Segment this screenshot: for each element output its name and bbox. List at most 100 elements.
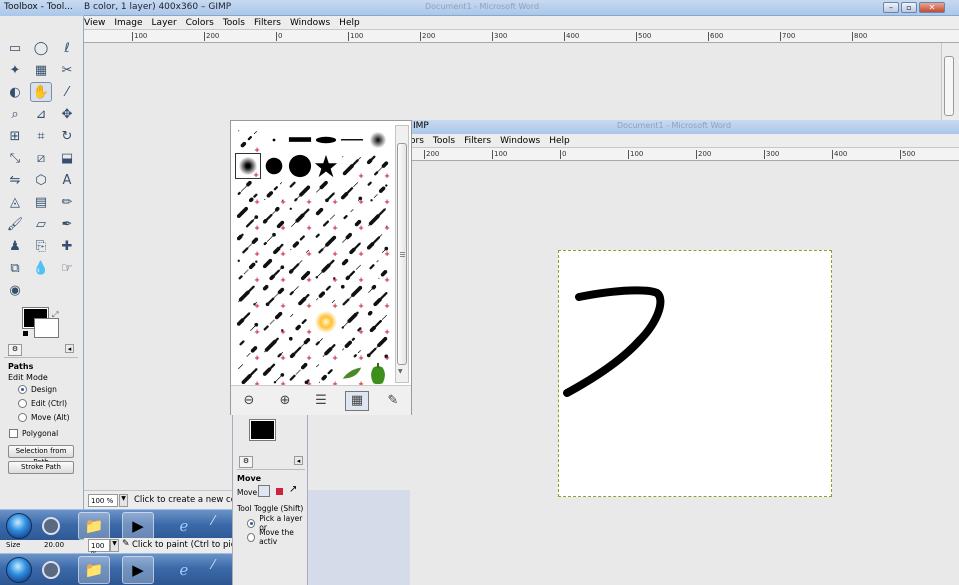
foreground-color-swatch[interactable] xyxy=(249,419,276,441)
brush-preset[interactable] xyxy=(365,127,391,153)
perspective-tool-icon[interactable]: ⬓ xyxy=(56,148,78,168)
bg-menu-view[interactable]: View xyxy=(84,18,105,28)
brush-preset[interactable]: + xyxy=(235,205,261,232)
media-icon[interactable] xyxy=(42,561,60,579)
default-colors-icon[interactable] xyxy=(23,331,28,336)
brush-preset[interactable] xyxy=(313,127,339,153)
win2-menu-tools[interactable]: Tools xyxy=(433,136,455,146)
list-view-icon[interactable]: ☰ xyxy=(309,391,333,411)
brush-preset[interactable]: + xyxy=(261,257,287,284)
brush-preset[interactable]: + xyxy=(235,309,261,336)
scissors-tool-icon[interactable]: ✂ xyxy=(56,60,78,80)
polygonal-checkbox[interactable]: Polygonal xyxy=(9,429,58,438)
move-tool-icon[interactable]: ✥ xyxy=(56,104,78,124)
radio-dot[interactable] xyxy=(247,518,256,528)
bg-menu-image[interactable]: Image xyxy=(114,18,142,28)
foreground-select-tool-icon[interactable]: ◐ xyxy=(4,82,26,102)
radio-dot[interactable] xyxy=(247,532,256,542)
win2-menu-filters[interactable]: Filters xyxy=(464,136,491,146)
brush-preset[interactable]: + xyxy=(339,335,365,362)
move-path-icon[interactable]: ↗ xyxy=(289,484,297,495)
clone-tool-icon[interactable]: ⎘ xyxy=(30,236,52,256)
pencil-tool-icon[interactable]: ✏ xyxy=(56,192,78,212)
cage-tool-icon[interactable]: ⬡ xyxy=(30,170,52,190)
color-picker-tool-icon[interactable]: ⁄ xyxy=(56,82,78,102)
bg-zoom-field[interactable]: 100 % xyxy=(88,494,118,507)
brush-preset[interactable]: + xyxy=(287,283,313,310)
perspective-clone-tool-icon[interactable]: ⧉ xyxy=(4,258,26,278)
maximize-button[interactable]: ▫ xyxy=(901,2,917,13)
brush-preset[interactable]: + xyxy=(365,257,391,284)
bg-scroll-thumb[interactable] xyxy=(944,56,954,116)
brush-preset[interactable] xyxy=(261,127,287,153)
brush-preset[interactable]: + xyxy=(365,153,391,180)
measure-tool-icon[interactable]: ⊿ xyxy=(30,104,52,124)
brush-preset[interactable]: + xyxy=(365,283,391,310)
brush-preset[interactable]: + xyxy=(261,309,287,336)
brush-preset[interactable]: + xyxy=(313,257,339,284)
configure-tab-icon[interactable]: ◂ xyxy=(65,344,74,353)
zoom-out-icon[interactable]: ⊖ xyxy=(237,391,261,411)
brush-preset[interactable]: + xyxy=(313,361,339,388)
bg-menu-colors[interactable]: Colors xyxy=(186,18,214,28)
win2-menu-ors[interactable]: ors xyxy=(410,136,424,146)
brush-preset[interactable]: + xyxy=(235,283,261,310)
bucket-fill-tool-icon[interactable]: ◬ xyxy=(4,192,26,212)
scale-tool-icon[interactable]: ⤡ xyxy=(4,148,26,168)
bg-menu-layer[interactable]: Layer xyxy=(152,18,177,28)
taskbar-ie[interactable]: ℯ xyxy=(168,556,200,584)
brush-preset[interactable]: + xyxy=(261,335,287,362)
brush-preset[interactable]: + xyxy=(235,231,261,258)
bg-menu-tools[interactable]: Tools xyxy=(223,18,245,28)
dodge-burn-tool-icon[interactable]: ◉ xyxy=(4,280,26,300)
brush-preset[interactable]: + xyxy=(261,283,287,310)
image-canvas[interactable] xyxy=(558,250,832,497)
close-button[interactable]: ✕ xyxy=(919,2,945,13)
flip-tool-icon[interactable]: ⇋ xyxy=(4,170,26,190)
taskbar-other[interactable]: ⁄ xyxy=(212,514,214,529)
radio-dot[interactable] xyxy=(18,385,27,394)
brush-preset[interactable]: + xyxy=(365,205,391,232)
tool-options-icon[interactable]: ⚙ xyxy=(8,344,22,356)
brush-preset[interactable]: + xyxy=(339,361,365,388)
chevron-down-icon[interactable]: ▼ xyxy=(110,539,119,552)
brush-preset[interactable]: + xyxy=(365,335,391,362)
brush-preset[interactable]: + xyxy=(313,179,339,206)
free-select-tool-icon[interactable]: ℓ xyxy=(56,38,78,58)
brush-preset[interactable]: + xyxy=(261,179,287,206)
grid-view-icon[interactable]: ▦ xyxy=(345,390,369,411)
radio-edit[interactable]: Edit (Ctrl) xyxy=(18,399,67,408)
tool-options-icon[interactable]: ⚙ xyxy=(239,456,253,468)
by-color-select-tool-icon[interactable]: ▦ xyxy=(30,60,52,80)
move-selection-icon[interactable] xyxy=(276,488,283,495)
start-orb-icon[interactable] xyxy=(6,513,32,539)
brush-preset[interactable]: + xyxy=(339,153,365,180)
stroke-path-button[interactable]: Stroke Path xyxy=(8,461,74,474)
brush-preset[interactable]: + xyxy=(339,179,365,206)
brush-preset[interactable]: + xyxy=(365,309,391,336)
radio-move[interactable]: Move (Alt) xyxy=(18,413,70,422)
bg-menu-filters[interactable]: Filters xyxy=(254,18,281,28)
brush-preset[interactable] xyxy=(287,153,313,179)
brush-preset[interactable] xyxy=(365,361,391,387)
rect-select-tool-icon[interactable]: ▭ xyxy=(4,38,26,58)
brush-preset[interactable] xyxy=(313,153,339,179)
brush-preset[interactable]: + xyxy=(287,361,313,388)
taskbar-media-player[interactable]: ▶ xyxy=(122,512,154,540)
taskbar-explorer[interactable]: 📁 xyxy=(78,556,110,584)
brush-preset[interactable]: + xyxy=(235,257,261,284)
background-color-swatch[interactable] xyxy=(34,318,59,338)
configure-tab-icon[interactable]: ◂ xyxy=(294,456,303,465)
start-orb-icon[interactable] xyxy=(6,557,32,583)
brush-preset[interactable]: + xyxy=(287,257,313,284)
radio-design[interactable]: Design xyxy=(18,385,57,394)
taskbar-ie[interactable]: ℯ xyxy=(168,512,200,540)
radio-dot[interactable] xyxy=(18,413,27,422)
zoom-in-icon[interactable]: ⊕ xyxy=(273,391,297,411)
paths-tool-icon[interactable]: ✋ xyxy=(30,82,52,102)
brush-preset[interactable] xyxy=(287,127,313,153)
crop-tool-icon[interactable]: ⌗ xyxy=(30,126,52,146)
scroll-down-arrow-icon[interactable]: ▼ xyxy=(398,368,403,375)
checkbox-box[interactable] xyxy=(9,429,18,438)
brush-preset[interactable]: + xyxy=(287,231,313,258)
